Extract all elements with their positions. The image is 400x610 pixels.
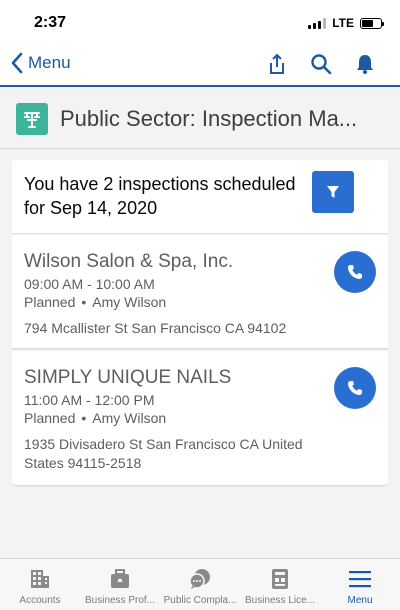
inspection-status: Planned bbox=[24, 294, 76, 310]
back-button[interactable]: Menu bbox=[10, 52, 71, 74]
public-sector-logo-icon bbox=[16, 102, 48, 135]
inspection-address: 1935 Divisadero St San Francisco CA Unit… bbox=[24, 436, 303, 471]
inspection-owner: Amy Wilson bbox=[92, 294, 167, 310]
back-label: Menu bbox=[28, 53, 71, 72]
inspection-name: SIMPLY UNIQUE NAILS bbox=[24, 367, 232, 388]
status-time: 2:37 bbox=[34, 14, 67, 31]
tab-label: Menu bbox=[347, 595, 373, 606]
summary-card: You have 2 inspections scheduled for Sep… bbox=[12, 160, 388, 234]
license-icon bbox=[272, 569, 288, 589]
call-button[interactable] bbox=[334, 367, 376, 409]
bell-icon[interactable] bbox=[354, 53, 376, 75]
tab-bar: Accounts Business Prof... Public Compla.… bbox=[0, 558, 400, 610]
page-title: Public Sector: Inspection Ma... bbox=[60, 105, 358, 131]
filter-button[interactable] bbox=[312, 171, 354, 213]
chat-icon bbox=[189, 569, 210, 589]
inspection-meta: Planned • Amy Wilson bbox=[24, 294, 166, 310]
status-indicators: LTE bbox=[308, 16, 384, 30]
phone-icon bbox=[348, 381, 362, 395]
filter-icon bbox=[327, 186, 339, 198]
nav-bar: Menu bbox=[0, 44, 400, 87]
building-icon bbox=[31, 570, 49, 588]
chevron-left-icon bbox=[11, 52, 23, 74]
tab-menu[interactable]: Menu bbox=[320, 559, 400, 610]
tab-label: Business Prof... bbox=[84, 595, 156, 606]
tab-business-profiles[interactable]: Business Prof... bbox=[80, 559, 160, 610]
tab-label: Accounts bbox=[19, 595, 61, 606]
tab-label: Business Lice... bbox=[244, 595, 316, 606]
tab-business-licenses[interactable]: Business Lice... bbox=[240, 559, 320, 610]
battery-icon bbox=[360, 17, 384, 29]
summary-text: You have 2 inspections scheduled for Sep… bbox=[24, 174, 296, 218]
search-icon[interactable] bbox=[310, 53, 332, 75]
inspection-owner: Amy Wilson bbox=[92, 410, 167, 426]
share-icon[interactable] bbox=[266, 53, 288, 75]
signal-icon bbox=[308, 17, 327, 29]
nav-actions bbox=[266, 53, 376, 75]
page-header: Public Sector: Inspection Ma... bbox=[0, 89, 400, 149]
tab-accounts[interactable]: Accounts bbox=[0, 559, 80, 610]
briefcase-icon bbox=[111, 569, 129, 588]
tab-label: Public Compla... bbox=[163, 595, 237, 606]
inspection-name: Wilson Salon & Spa, Inc. bbox=[24, 251, 234, 272]
pillar-icon bbox=[24, 111, 40, 128]
inspection-address: 794 Mcallister St San Francisco CA 94102 bbox=[24, 320, 287, 336]
inspection-status: Planned bbox=[24, 410, 76, 426]
meta-separator: • bbox=[81, 410, 87, 426]
inspection-card[interactable]: SIMPLY UNIQUE NAILS 11:00 AM - 12:00 PM … bbox=[12, 351, 388, 486]
tab-public-complaints[interactable]: Public Compla... bbox=[160, 559, 240, 610]
call-button[interactable] bbox=[334, 251, 376, 293]
phone-icon bbox=[348, 265, 362, 279]
inspection-time: 11:00 AM - 12:00 PM bbox=[24, 392, 155, 408]
inspection-card[interactable]: Wilson Salon & Spa, Inc. 09:00 AM - 10:0… bbox=[12, 235, 388, 349]
inspection-time: 09:00 AM - 10:00 AM bbox=[24, 276, 155, 292]
hamburger-icon bbox=[349, 571, 371, 588]
network-label: LTE bbox=[332, 16, 354, 30]
meta-separator: • bbox=[81, 294, 87, 310]
status-bar: 2:37 LTE bbox=[0, 0, 400, 44]
inspection-meta: Planned • Amy Wilson bbox=[24, 410, 166, 426]
